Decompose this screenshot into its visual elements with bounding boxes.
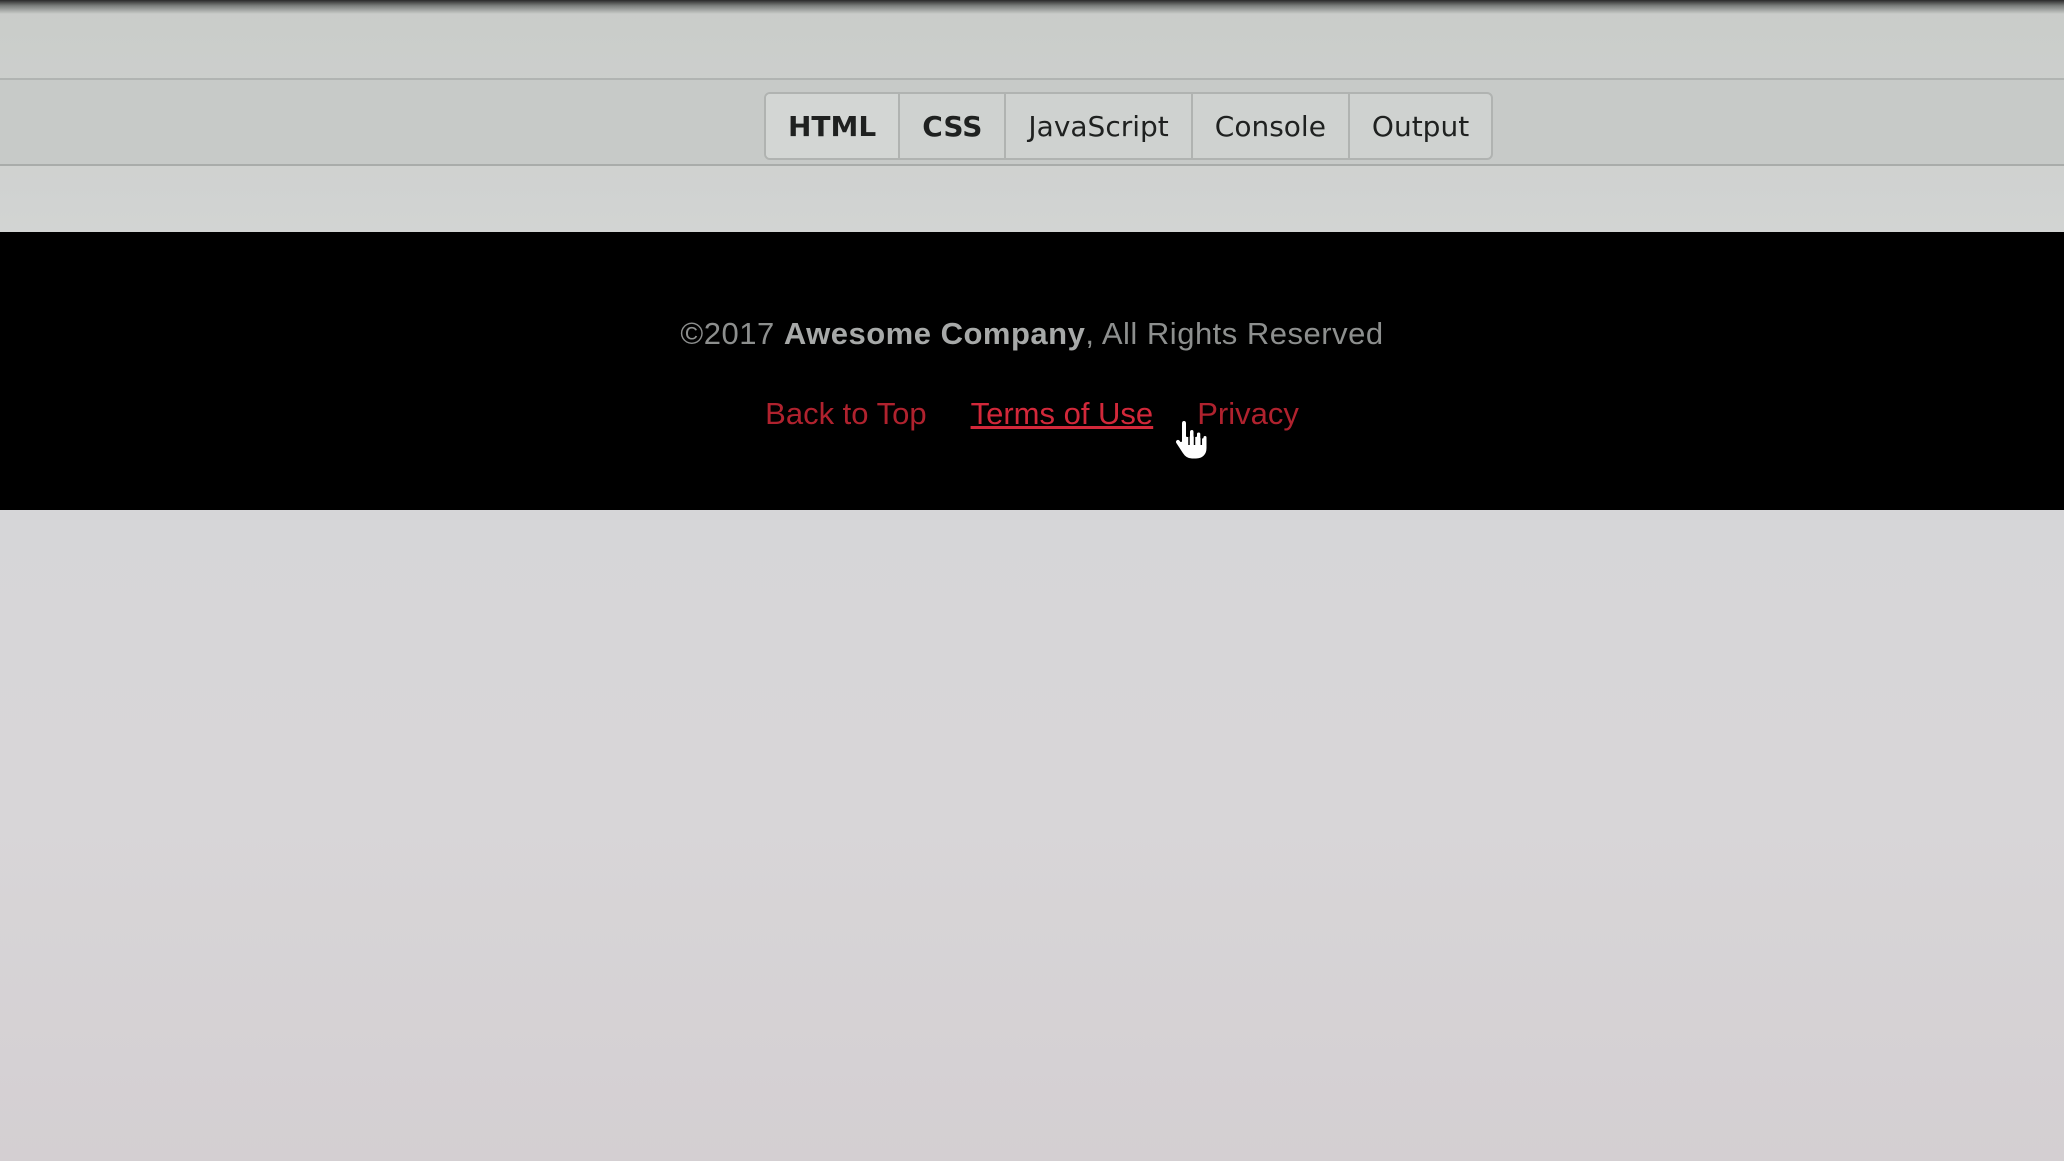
back-to-top-link[interactable]: Back to Top [765, 396, 926, 432]
tab-css[interactable]: CSS [900, 94, 1007, 158]
footer-links: Back to Top Terms of Use Privacy [0, 396, 2064, 432]
copyright-text: ©2017 Awesome Company, All Rights Reserv… [0, 316, 2064, 352]
company-name: Awesome Company [783, 316, 1086, 351]
tab-console[interactable]: Console [1193, 94, 1350, 158]
page-footer [0, 232, 2064, 510]
window-top-edge [0, 0, 2064, 14]
terms-of-use-link[interactable]: Terms of Use [971, 396, 1154, 432]
screen: HTML CSS JavaScript Console Output ©2017… [0, 0, 2064, 1161]
hand-pointer-icon [1173, 419, 1209, 461]
tab-output[interactable]: Output [1350, 94, 1491, 158]
tab-html[interactable]: HTML [766, 94, 901, 158]
tab-javascript[interactable]: JavaScript [1006, 94, 1193, 158]
privacy-link[interactable]: Privacy [1197, 396, 1299, 432]
editor-tabs: HTML CSS JavaScript Console Output [764, 92, 1494, 160]
copyright-suffix: , All Rights Reserved [1085, 316, 1384, 351]
copyright-prefix: ©2017 [680, 316, 784, 351]
